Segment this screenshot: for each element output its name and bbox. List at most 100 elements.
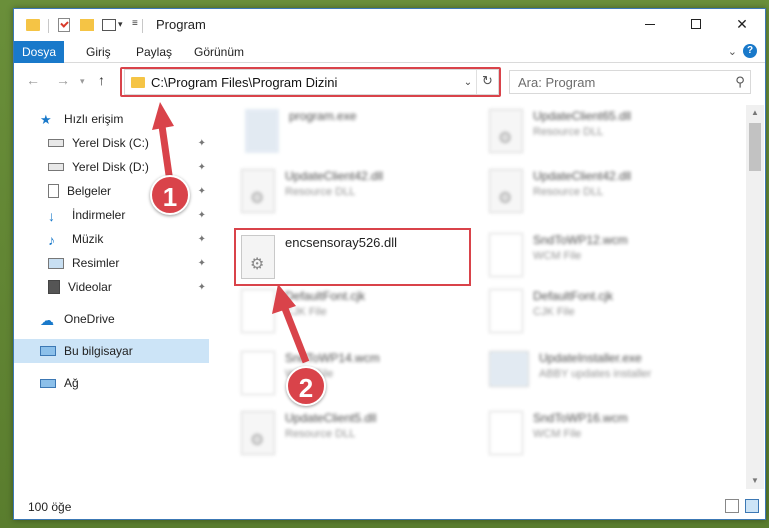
document-icon: [48, 184, 59, 198]
file-name: SndToWP12.wcm: [533, 233, 628, 247]
gear-icon: ⚙: [250, 190, 265, 207]
sidebar-item-videos[interactable]: Videolar ✦: [14, 275, 209, 299]
view-icon[interactable]: [102, 19, 116, 31]
sidebar-item-label: Bu bilgisayar: [64, 344, 133, 358]
new-folder-icon[interactable]: [80, 19, 94, 31]
maximize-icon: [691, 19, 701, 29]
pin-icon[interactable]: ✦: [198, 282, 206, 293]
file-name: SndToWP16.wcm: [533, 411, 628, 425]
file-type: Resource DLL: [533, 186, 604, 198]
recent-locations-icon[interactable]: ▾: [80, 76, 85, 87]
customize-toolbar-icon[interactable]: ≡: [132, 18, 138, 29]
search-placeholder[interactable]: Ara: Program: [518, 75, 730, 90]
file-item[interactable]: SndToWP12.wcm WCM File: [489, 233, 628, 277]
tab-home[interactable]: Giriş: [76, 41, 121, 63]
file-name: UpdateInstaller.exe: [539, 351, 642, 365]
file-type: ABBY updates installer: [539, 368, 652, 380]
sidebar-item-network[interactable]: Ağ: [14, 371, 209, 395]
dll-icon: ⚙: [241, 169, 275, 213]
computer-icon: [40, 346, 56, 356]
pictures-icon: [48, 257, 64, 269]
ribbon-tabs: Dosya Giriş Paylaş Görünüm ⌄ ?: [14, 41, 765, 63]
chevron-down-icon[interactable]: ▾: [118, 19, 123, 30]
network-icon: [40, 378, 56, 388]
sidebar-item-music[interactable]: ♪ Müzik ✦: [14, 227, 209, 251]
tab-file[interactable]: Dosya: [14, 41, 64, 63]
sidebar-item-pictures[interactable]: Resimler ✦: [14, 251, 209, 275]
sidebar-item-label: Hızlı erişim: [64, 112, 124, 126]
sidebar-item-label: Yerel Disk (D:): [72, 160, 149, 174]
help-icon[interactable]: ?: [743, 44, 757, 58]
file-name: DefaultFont.cjk: [533, 289, 614, 303]
tiles-view-icon[interactable]: [745, 499, 759, 513]
divider: [48, 19, 49, 33]
callout-badge-1: 1: [150, 175, 190, 215]
close-icon: ✕: [736, 15, 748, 32]
file-icon: [489, 233, 523, 277]
highlight-box: [120, 67, 501, 97]
file-item[interactable]: UpdateInstaller.exe ABBY updates installe…: [489, 351, 651, 387]
sidebar-item-label: Yerel Disk (C:): [72, 136, 149, 150]
file-icon: [489, 411, 523, 455]
file-item[interactable]: program.exe: [245, 109, 356, 153]
tab-view[interactable]: Görünüm: [184, 41, 254, 63]
search-input[interactable]: Ara: Program ⚲: [509, 70, 751, 94]
exe-icon: [245, 109, 279, 153]
window-title: Program: [156, 17, 206, 32]
file-item[interactable]: ⚙ UpdateClient65.dll Resource DLL: [489, 109, 631, 153]
file-type: Resource DLL: [285, 186, 356, 198]
scroll-up-icon[interactable]: ▲: [746, 105, 764, 121]
dll-icon: ⚙: [241, 411, 275, 455]
minimize-button[interactable]: [627, 9, 673, 39]
sidebar-item-label: Belgeler: [67, 184, 112, 198]
sidebar-item-onedrive[interactable]: ☁ OneDrive: [14, 307, 209, 331]
sidebar-item-label: Müzik: [72, 232, 104, 246]
divider: [142, 19, 143, 33]
maximize-button[interactable]: [673, 9, 719, 39]
view-toggle: [725, 499, 759, 513]
dll-icon: ⚙: [489, 169, 523, 213]
sidebar-item-label: OneDrive: [64, 312, 115, 326]
back-icon[interactable]: ←: [26, 72, 40, 88]
forward-icon[interactable]: →: [56, 72, 70, 88]
sidebar-item-label: Ağ: [64, 376, 79, 390]
pin-icon[interactable]: ✦: [198, 210, 206, 221]
sidebar-item-label: Videolar: [68, 280, 112, 294]
file-item[interactable]: ⚙ UpdateClient42.dll Resource DLL: [489, 169, 631, 213]
pin-icon[interactable]: ✦: [198, 258, 206, 269]
folder-icon: [26, 19, 40, 31]
file-type: WCM File: [533, 250, 582, 262]
sidebar-item-label: İndirmeler: [72, 208, 126, 222]
search-icon[interactable]: ⚲: [730, 74, 750, 90]
file-name: UpdateClient42.dll: [533, 169, 632, 183]
music-icon: ♪: [48, 232, 55, 248]
file-type: CJK File: [533, 306, 575, 318]
properties-icon[interactable]: [58, 18, 70, 32]
file-item[interactable]: ⚙ UpdateClient5.dll Resource DLL: [241, 411, 376, 455]
status-bar: 100 öğe: [14, 495, 765, 519]
chevron-down-icon[interactable]: ⌄: [728, 45, 737, 58]
download-icon: ↓: [48, 208, 55, 224]
file-type: Resource DLL: [285, 428, 356, 440]
up-icon[interactable]: ↑: [98, 72, 105, 88]
details-view-icon[interactable]: [725, 499, 739, 513]
tab-share[interactable]: Paylaş: [126, 41, 182, 63]
file-item[interactable]: ⚙ UpdateClient42.dll Resource DLL: [241, 169, 383, 213]
pin-icon[interactable]: ✦: [198, 234, 206, 245]
scroll-down-icon[interactable]: ▼: [746, 473, 764, 489]
sidebar-item-label: Resimler: [72, 256, 120, 270]
explorer-window: ▾ ≡ Program ✕ Dosya Giriş Paylaş Görünüm…: [13, 8, 766, 520]
file-type: Resource DLL: [533, 126, 604, 138]
drive-icon: [48, 163, 64, 171]
file-item[interactable]: DefaultFont.cjk CJK File: [489, 289, 613, 333]
file-item[interactable]: SndToWP16.wcm WCM File: [489, 411, 628, 455]
drive-icon: [48, 139, 64, 147]
scroll-thumb[interactable]: [749, 123, 761, 171]
sidebar-item-this-pc[interactable]: Bu bilgisayar: [14, 339, 209, 363]
file-type: WCM File: [533, 428, 582, 440]
cloud-icon: ☁: [40, 312, 54, 328]
gear-icon: ⚙: [498, 130, 513, 147]
vertical-scrollbar[interactable]: ▲ ▼: [746, 105, 764, 489]
close-button[interactable]: ✕: [719, 9, 765, 39]
file-name: UpdateClient65.dll: [533, 109, 632, 123]
